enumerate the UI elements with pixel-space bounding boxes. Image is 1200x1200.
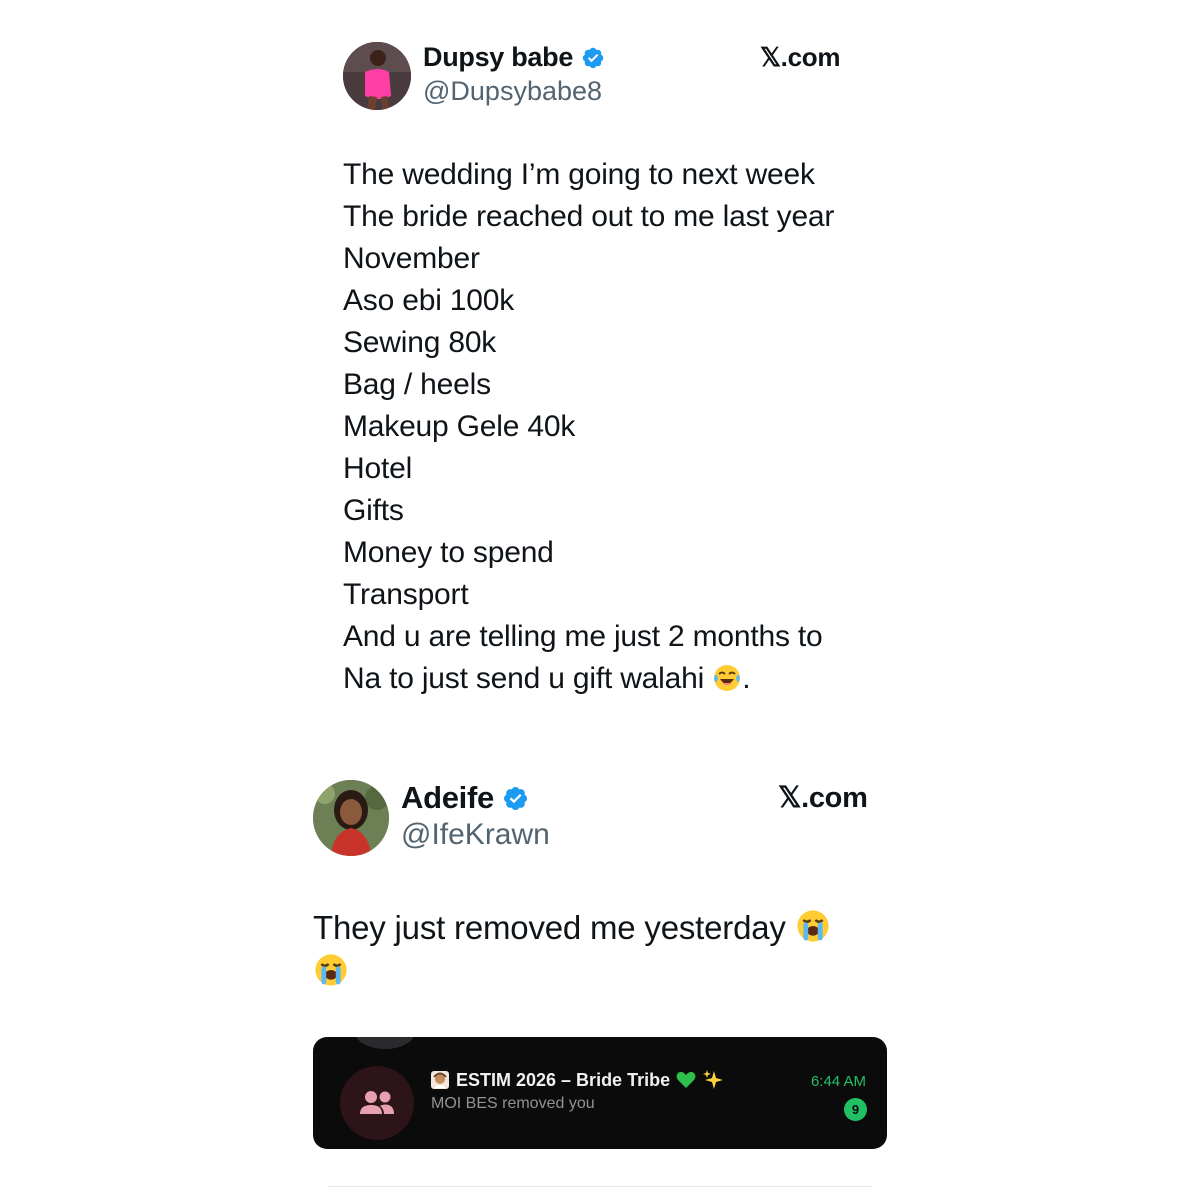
- tweet-line: The bride reached out to me last year: [343, 200, 835, 233]
- handle[interactable]: @IfeKrawn: [401, 818, 550, 852]
- tweet-line: November: [343, 242, 480, 275]
- tweet-line: Sewing 80k: [343, 326, 497, 359]
- tweet-line: And u are telling me just 2 months to: [343, 620, 823, 653]
- message-time: 6:44 AM: [810, 1073, 866, 1090]
- group-people-icon: [360, 1091, 394, 1114]
- divider: [328, 1186, 872, 1187]
- avatar-dupsy-babe[interactable]: [343, 42, 411, 110]
- previous-avatar-peek: [355, 1037, 415, 1049]
- tweet-line: Bag / heels: [343, 368, 491, 401]
- verified-badge-icon: [582, 47, 604, 68]
- tweet-text: The wedding I’m going to next week The b…: [343, 154, 834, 700]
- tweet-text: They just removed me yesterday: [313, 906, 873, 994]
- x-com-watermark: 𝕏.com: [760, 42, 841, 72]
- verified-badge-icon: [503, 786, 527, 810]
- display-name[interactable]: Dupsy babe: [423, 42, 573, 73]
- tweet-line: Na to just send u gift walahi: [343, 662, 705, 695]
- x-com-watermark: 𝕏.com: [778, 782, 868, 814]
- tweet-line: Gifts: [343, 494, 404, 527]
- tweet-line: Aso ebi 100k: [343, 284, 515, 317]
- whatsapp-chat-row[interactable]: ESTIM 2026 – Bride Tribe MOI BES removed…: [313, 1037, 887, 1149]
- tweet-line: The wedding I’m going to next week: [343, 158, 815, 191]
- handle[interactable]: @Dupsybabe8: [423, 76, 602, 107]
- group-avatar[interactable]: [340, 1066, 414, 1140]
- face-with-tears-of-joy-icon: [714, 665, 741, 691]
- sparkles-icon: [703, 1070, 724, 1089]
- display-name[interactable]: Adeife: [401, 780, 494, 816]
- tweet-line-suffix: .: [742, 662, 751, 695]
- tweet-line: Transport: [343, 578, 469, 611]
- bride-emoji-icon: [431, 1071, 449, 1089]
- tweet-line: They just removed me yesterday: [313, 909, 786, 946]
- last-message-preview: MOI BES removed you: [431, 1095, 595, 1112]
- loudly-crying-face-icon: [315, 954, 347, 986]
- group-name: ESTIM 2026 – Bride Tribe: [456, 1069, 671, 1090]
- tweet-line-last: Na to just send u gift walahi .: [343, 658, 834, 700]
- loudly-crying-face-icon: [797, 910, 829, 942]
- avatar-adeife[interactable]: [313, 780, 389, 856]
- green-heart-icon: [676, 1071, 696, 1088]
- tweet-line: Money to spend: [343, 536, 554, 569]
- tweet-line: Makeup Gele 40k: [343, 410, 576, 443]
- tweet-line: Hotel: [343, 452, 413, 485]
- unread-count-badge: 9: [844, 1098, 867, 1121]
